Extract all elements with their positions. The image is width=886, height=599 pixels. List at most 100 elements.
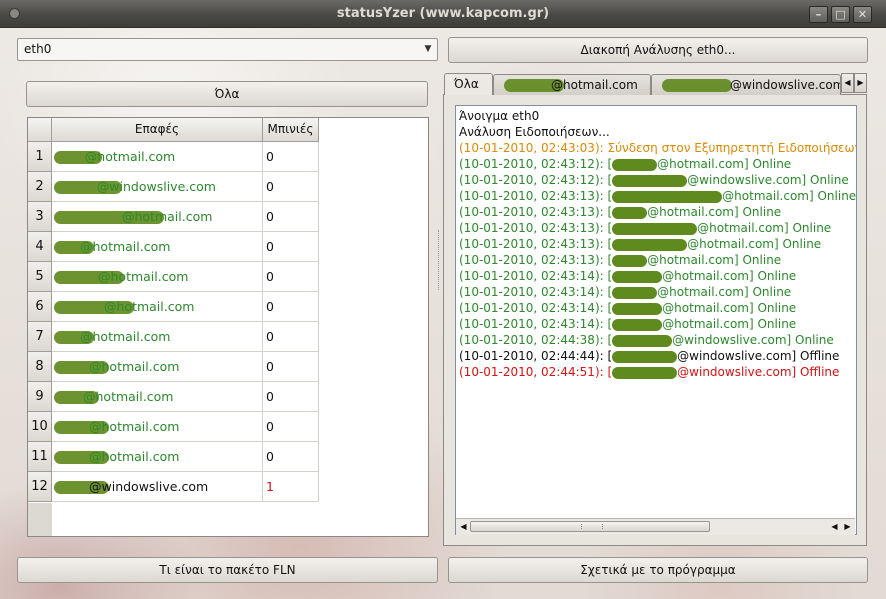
- count-cell[interactable]: 0: [263, 442, 319, 472]
- corner-header[interactable]: [28, 118, 52, 142]
- contact-email: @hotmail.com: [84, 149, 176, 164]
- tab-hotmail-contact[interactable]: @hotmail.com: [493, 74, 651, 95]
- log-line: (10-01-2010, 02:43:03): Σύνδεση στον Εξυ…: [459, 140, 856, 156]
- log-text: (10-01-2010, 02:44:44): [: [459, 349, 613, 363]
- log-line: (10-01-2010, 02:43:13): [@hotmail.com] O…: [459, 220, 856, 236]
- contact-cell[interactable]: @hotmail.com: [52, 322, 263, 352]
- count-column-header[interactable]: Μπινιές: [263, 118, 319, 142]
- count-cell[interactable]: 0: [263, 382, 319, 412]
- stop-analysis-button[interactable]: Διακοπή Ανάλυσης eth0...: [448, 37, 868, 63]
- contacts-column-header[interactable]: Επαφές: [52, 118, 263, 142]
- count-cell[interactable]: 0: [263, 172, 319, 202]
- splitter-handle[interactable]: [438, 230, 442, 290]
- row-number[interactable]: 5: [28, 262, 52, 292]
- row-number[interactable]: 10: [28, 412, 52, 442]
- maximize-icon[interactable]: □: [831, 6, 850, 23]
- log-text: Ανάλυση Ειδοποιήσεων...: [459, 125, 610, 139]
- minimize-icon[interactable]: –: [809, 6, 828, 23]
- table-row[interactable]: 9 @hotmail.com 0: [28, 382, 428, 412]
- chevron-down-icon[interactable]: ▼: [421, 41, 435, 57]
- window-title: statusYzer (www.kapcom.gr): [336, 6, 550, 21]
- count-cell[interactable]: 0: [263, 352, 319, 382]
- event-log[interactable]: Άνοιγμα eth0 Ανάλυση Ειδοποιήσεων... (10-0…: [455, 105, 857, 535]
- count-cell[interactable]: 0: [263, 142, 319, 172]
- contact-cell[interactable]: @hotmail.com: [52, 382, 263, 412]
- table-row[interactable]: 5 @hotmail.com 0: [28, 262, 428, 292]
- scroll-left-icon[interactable]: ◀: [828, 520, 841, 533]
- redaction-mark: [612, 334, 673, 347]
- redaction-mark: [612, 222, 698, 235]
- title-bar: statusYzer (www.kapcom.gr) – □ ✕: [0, 0, 886, 28]
- interface-select[interactable]: eth0 ▼: [17, 38, 438, 61]
- count-cell[interactable]: 0: [263, 262, 319, 292]
- count-cell[interactable]: 1: [263, 472, 319, 502]
- log-status: @hotmail.com] Online: [697, 221, 832, 235]
- log-text: (10-01-2010, 02:43:14): [: [459, 269, 613, 283]
- contact-cell[interactable]: @hotmail.com: [52, 142, 263, 172]
- about-button[interactable]: Σχετικά με το πρόγραμμα: [448, 557, 868, 583]
- table-row[interactable]: 6 @hotmail.com 0: [28, 292, 428, 322]
- redaction-mark: [612, 174, 688, 187]
- contact-cell[interactable]: @hotmail.com: [52, 202, 263, 232]
- row-number[interactable]: 2: [28, 172, 52, 202]
- row-number[interactable]: 6: [28, 292, 52, 322]
- table-row[interactable]: 12 @windowslive.com 1: [28, 472, 428, 502]
- row-number[interactable]: 9: [28, 382, 52, 412]
- contact-cell[interactable]: @hotmail.com: [52, 412, 263, 442]
- contact-email: @hotmail.com: [98, 269, 189, 284]
- count-cell[interactable]: 0: [263, 412, 319, 442]
- row-number[interactable]: 1: [28, 142, 52, 172]
- table-row[interactable]: 10 @hotmail.com 0: [28, 412, 428, 442]
- close-icon[interactable]: ✕: [853, 6, 872, 23]
- count-cell[interactable]: 0: [263, 292, 319, 322]
- row-number[interactable]: 11: [28, 442, 52, 472]
- log-status: @hotmail.com] Online: [662, 317, 797, 331]
- table-row[interactable]: 8 @hotmail.com 0: [28, 352, 428, 382]
- contact-email: @hotmail.com: [80, 239, 171, 254]
- log-status: @windowslive.com] Offline: [677, 349, 840, 363]
- log-status: @hotmail.com] Online: [662, 301, 797, 315]
- table-row[interactable]: 2 @windowslive.com 0: [28, 172, 428, 202]
- row-number[interactable]: 12: [28, 472, 52, 502]
- contact-cell[interactable]: @hotmail.com: [52, 352, 263, 382]
- table-row[interactable]: 4 @hotmail.com 0: [28, 232, 428, 262]
- table-row[interactable]: 1 @hotmail.com 0: [28, 142, 428, 172]
- contact-cell[interactable]: @hotmail.com: [52, 292, 263, 322]
- contact-cell[interactable]: @hotmail.com: [52, 442, 263, 472]
- log-text: (10-01-2010, 02:44:51): [: [459, 365, 613, 379]
- tab-all[interactable]: Όλα: [444, 73, 493, 95]
- count-cell[interactable]: 0: [263, 232, 319, 262]
- count-cell[interactable]: 0: [263, 322, 319, 352]
- log-text: (10-01-2010, 02:43:13): [: [459, 253, 613, 267]
- table-row[interactable]: 3 @hotmail.com 0: [28, 202, 428, 232]
- contact-email: @hotmail.com: [89, 449, 180, 464]
- count-cell[interactable]: 0: [263, 202, 319, 232]
- table-row[interactable]: 7 @hotmail.com 0: [28, 322, 428, 352]
- contact-cell[interactable]: @windowslive.com: [52, 172, 263, 202]
- contact-cell[interactable]: @hotmail.com: [52, 262, 263, 292]
- contact-cell[interactable]: @windowslive.com: [52, 472, 263, 502]
- scroll-left-icon[interactable]: ◀: [457, 520, 470, 533]
- contact-email: @hotmail.com: [104, 299, 195, 314]
- contact-cell[interactable]: @hotmail.com: [52, 232, 263, 262]
- log-status: @hotmail.com] Online: [687, 237, 822, 251]
- tab-windowslive-contact[interactable]: @windowslive.com: [651, 74, 841, 95]
- redaction-mark: [612, 270, 663, 283]
- row-number[interactable]: 8: [28, 352, 52, 382]
- tab-scroll-left-icon[interactable]: ◀: [841, 73, 854, 93]
- horizontal-scrollbar[interactable]: ◀ ◀ ▶: [456, 518, 855, 535]
- row-number[interactable]: 7: [28, 322, 52, 352]
- row-number[interactable]: 4: [28, 232, 52, 262]
- scroll-right-icon[interactable]: ▶: [841, 520, 854, 533]
- redaction-mark: [612, 318, 663, 331]
- all-button[interactable]: Όλα: [26, 81, 428, 107]
- redaction-mark: [612, 254, 648, 267]
- table-row[interactable]: 11 @hotmail.com 0: [28, 442, 428, 472]
- tab-scroll-right-icon[interactable]: ▶: [854, 73, 867, 93]
- row-number[interactable]: 3: [28, 202, 52, 232]
- log-status: @windowslive.com] Online: [687, 173, 849, 187]
- contacts-table[interactable]: Επαφές Μπινιές 1 @hotmail.com 0 2 @windowsli…: [27, 117, 429, 537]
- fln-info-button[interactable]: Τι είναι το πακέτο FLN: [17, 557, 438, 583]
- redaction-mark: [662, 79, 732, 92]
- scrollbar-thumb[interactable]: [470, 521, 710, 532]
